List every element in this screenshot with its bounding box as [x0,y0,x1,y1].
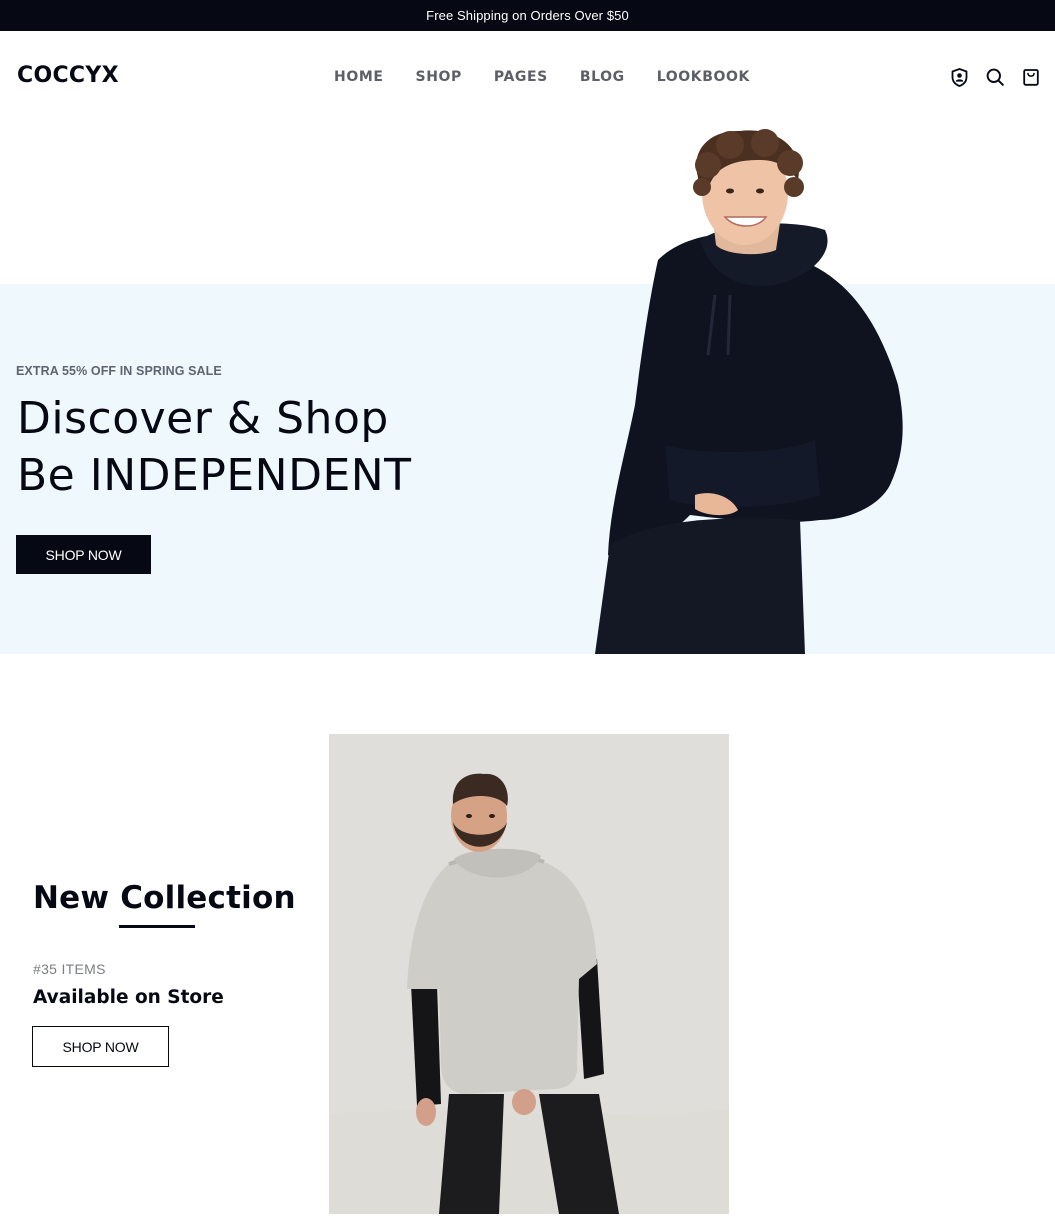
announcement-text: Free Shipping on Orders Over $50 [426,8,629,23]
logo[interactable]: COCCYX [17,63,119,88]
collection-title: New Collection [33,880,296,916]
nav-blog[interactable]: BLOG [580,69,625,85]
collection-title-underline [119,925,195,928]
collection-model-image [329,734,729,1214]
nav-pages[interactable]: PAGES [494,69,548,85]
search-icon[interactable] [986,67,1004,87]
main-nav: HOME SHOP PAGES BLOG LOOKBOOK [334,69,782,85]
hero-model-image [580,125,920,654]
header-icons [950,67,1040,87]
nav-lookbook[interactable]: LOOKBOOK [657,69,750,85]
nav-shop[interactable]: SHOP [416,69,462,85]
shopping-bag-icon[interactable] [1022,67,1040,87]
hero-title: Discover & Shop Be INDEPENDENT [17,390,412,504]
collection-subtitle: Available on Store [33,987,224,1008]
user-shield-icon[interactable] [950,67,968,87]
announcement-bar: Free Shipping on Orders Over $50 [0,0,1055,31]
hero-title-line2: Be INDEPENDENT [17,450,412,501]
nav-home[interactable]: HOME [334,69,384,85]
hero-eyebrow: EXTRA 55% OFF IN SPRING SALE [16,364,222,378]
hero-title-line1: Discover & Shop [17,393,389,444]
site-header: COCCYX HOME SHOP PAGES BLOG LOOKBOOK [0,31,1055,123]
collection-shop-now-button[interactable]: SHOP NOW [32,1026,169,1067]
collection-item-count: #35 ITEMS [33,961,106,977]
hero-shop-now-button[interactable]: SHOP NOW [16,535,151,574]
